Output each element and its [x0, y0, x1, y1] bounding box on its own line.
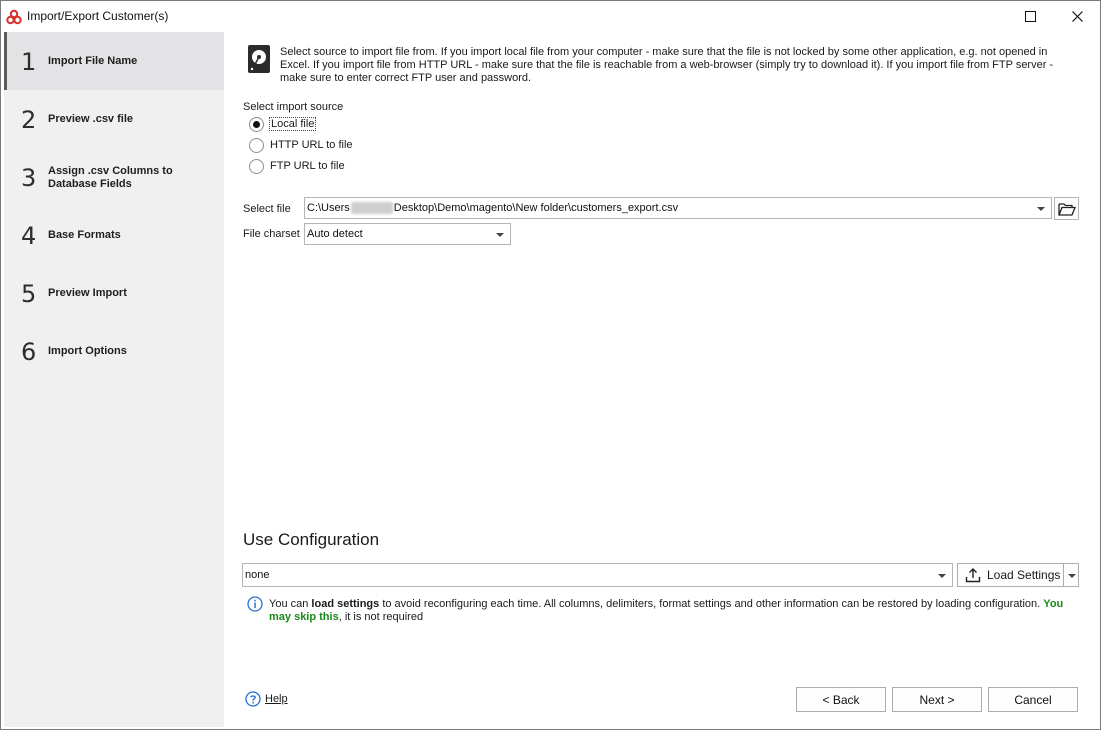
- load-settings-label: Load Settings: [987, 568, 1061, 582]
- step-import-options[interactable]: 6 Import Options: [4, 322, 224, 380]
- help-link[interactable]: Help: [245, 691, 288, 707]
- step-number: 6: [21, 338, 37, 366]
- load-settings-hint: You can load settings to avoid reconfigu…: [269, 598, 1069, 624]
- configuration-select[interactable]: none: [242, 563, 953, 587]
- load-settings-button[interactable]: Load Settings: [957, 563, 1064, 587]
- redacted-username: [350, 202, 393, 215]
- step-label: Assign .csv Columns to Database Fields: [48, 165, 173, 190]
- file-path-prefix: C:\Users: [307, 202, 350, 214]
- radio-ftp-url[interactable]: FTP URL to file: [249, 157, 345, 175]
- radio-button[interactable]: [249, 158, 264, 174]
- use-configuration-title: Use Configuration: [243, 530, 380, 549]
- step-assign-columns[interactable]: 3 Assign .csv Columns to Database Fields: [4, 148, 224, 206]
- file-path-value: C:\Users Desktop\Demo\magento\New folder\…: [307, 202, 679, 215]
- hint-bold-text: load settings: [311, 598, 380, 610]
- step-preview-import[interactable]: 5 Preview Import: [4, 264, 224, 322]
- close-button[interactable]: [1054, 1, 1100, 32]
- wizard-steps-sidebar: 1 Import File Name 2 Preview .csv file 3…: [4, 32, 224, 727]
- charset-value: Auto detect: [307, 228, 363, 240]
- hint-text-part: You can: [269, 598, 312, 610]
- back-label: < Back: [822, 692, 860, 707]
- step-preview-csv[interactable]: 2 Preview .csv file: [4, 90, 224, 148]
- title-bar: Import/Export Customer(s): [1, 1, 1100, 32]
- radio-button[interactable]: [249, 137, 264, 153]
- file-path-suffix: Desktop\Demo\magento\New folder\customer…: [393, 202, 679, 214]
- radio-label: HTTP URL to file: [270, 139, 353, 151]
- select-file-combo[interactable]: C:\Users Desktop\Demo\magento\New folder\…: [304, 197, 1052, 219]
- next-label: Next >: [919, 692, 955, 707]
- step-label: Preview .csv file: [48, 113, 133, 125]
- help-label: Help: [265, 693, 288, 705]
- chevron-down-icon[interactable]: [496, 233, 504, 237]
- cancel-label: Cancel: [1014, 692, 1052, 707]
- info-icon: [247, 596, 263, 612]
- step-number: 1: [21, 48, 37, 76]
- maximize-icon: [1024, 11, 1036, 22]
- import-export-window: Import/Export Customer(s) 1 Import File …: [0, 0, 1101, 730]
- upload-icon: [965, 568, 981, 583]
- open-folder-icon: [1057, 202, 1076, 216]
- chevron-down-icon[interactable]: [1037, 207, 1045, 211]
- chevron-down-icon[interactable]: [938, 574, 946, 578]
- hint-text-part: , it is not required: [338, 611, 424, 623]
- browse-file-button[interactable]: [1054, 197, 1079, 220]
- step-label: Base Formats: [48, 229, 121, 241]
- radio-button[interactable]: [249, 116, 264, 132]
- configuration-value: none: [245, 569, 270, 581]
- step-number: 4: [21, 222, 37, 250]
- radio-label: Local file: [268, 117, 317, 131]
- step-label: Import Options: [48, 345, 127, 357]
- next-button[interactable]: Next >: [892, 687, 982, 712]
- select-file-label: Select file: [243, 203, 291, 215]
- chevron-down-icon: [1068, 574, 1076, 578]
- app-logo-icon: [6, 9, 22, 25]
- import-source-label: Select import source: [243, 101, 344, 113]
- back-button[interactable]: < Back: [796, 687, 886, 712]
- file-charset-select[interactable]: Auto detect: [304, 223, 511, 245]
- radio-label: FTP URL to file: [270, 160, 345, 172]
- load-settings-dropdown[interactable]: [1063, 563, 1079, 587]
- file-charset-label: File charset: [243, 228, 300, 240]
- hint-text-part: to avoid reconfiguring each time. All co…: [379, 598, 1044, 610]
- close-icon: [1071, 11, 1083, 22]
- step-label: Preview Import: [48, 287, 127, 299]
- step-number: 5: [21, 280, 37, 308]
- radio-http-url[interactable]: HTTP URL to file: [249, 136, 353, 154]
- window-title: Import/Export Customer(s): [27, 9, 169, 23]
- step-number: 3: [21, 164, 37, 192]
- maximize-button[interactable]: [1007, 1, 1053, 32]
- step-number: 2: [21, 106, 37, 134]
- step-import-file-name[interactable]: 1 Import File Name: [4, 32, 224, 90]
- import-source-info: Select source to import file from. If yo…: [280, 46, 1054, 84]
- help-icon: [245, 691, 261, 707]
- hard-disk-icon: [248, 45, 270, 73]
- step-label: Import File Name: [48, 55, 138, 67]
- radio-local-file[interactable]: Local file: [249, 115, 317, 133]
- cancel-button[interactable]: Cancel: [988, 687, 1078, 712]
- step-base-formats[interactable]: 4 Base Formats: [4, 206, 224, 264]
